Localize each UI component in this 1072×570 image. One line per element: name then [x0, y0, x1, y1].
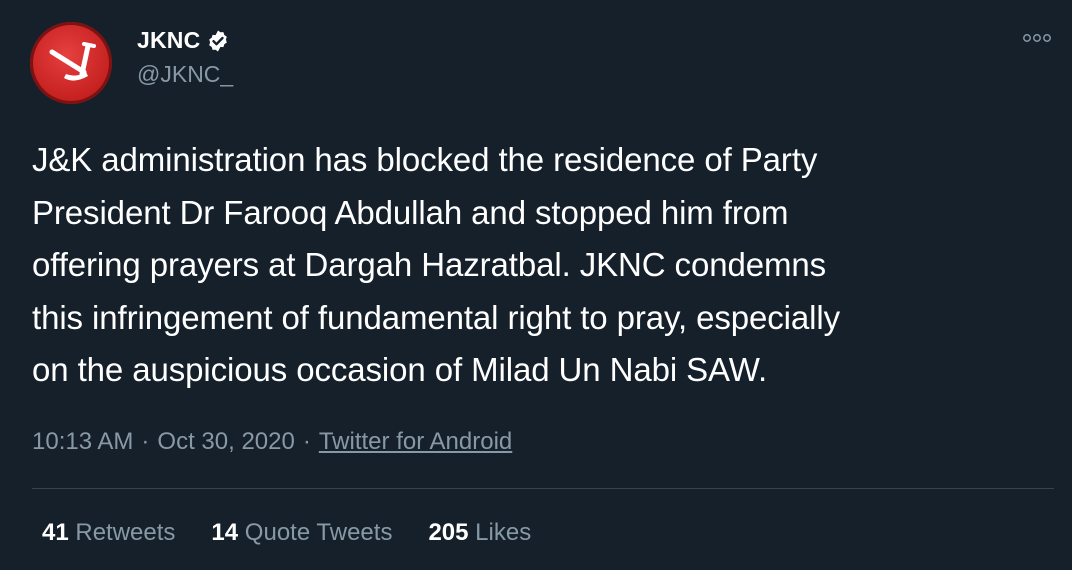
more-options-icon[interactable]: [1020, 28, 1054, 48]
author-display-name[interactable]: JKNC: [137, 27, 200, 54]
author-handle[interactable]: @JKNC_: [137, 61, 233, 88]
likes-stat[interactable]: 205 Likes: [428, 519, 531, 547]
tweet-text: J&K administration has blocked the resid…: [32, 141, 841, 388]
tweet-card: JKNC @JKNC_ J&K administration has block…: [0, 0, 1072, 570]
tweet-date[interactable]: Oct 30, 2020: [157, 428, 294, 456]
tweet-stats: 41 Retweets 14 Quote Tweets 205 Likes: [42, 519, 531, 547]
quote-tweets-count: 14: [211, 519, 239, 546]
tweet-source-link[interactable]: Twitter for Android: [319, 428, 512, 456]
meta-separator: ·: [141, 428, 150, 455]
divider: [32, 488, 1054, 489]
likes-count: 205: [428, 519, 469, 546]
avatar[interactable]: [30, 22, 112, 104]
retweets-stat[interactable]: 41 Retweets: [42, 519, 175, 547]
likes-label: Likes: [475, 519, 532, 546]
quote-tweets-stat[interactable]: 14 Quote Tweets: [211, 519, 392, 547]
retweets-label: Retweets: [75, 519, 176, 546]
retweets-count: 41: [42, 519, 69, 546]
verified-badge-icon: [209, 30, 228, 51]
quote-tweets-label: Quote Tweets: [244, 519, 393, 546]
tweet-time[interactable]: 10:13 AM: [32, 428, 133, 456]
plough-icon: [49, 42, 96, 81]
meta-separator: ·: [302, 428, 311, 455]
tweet-metadata: 10:13 AM · Oct 30, 2020 · Twitter for An…: [32, 428, 512, 456]
author-name-row[interactable]: JKNC: [137, 27, 230, 54]
